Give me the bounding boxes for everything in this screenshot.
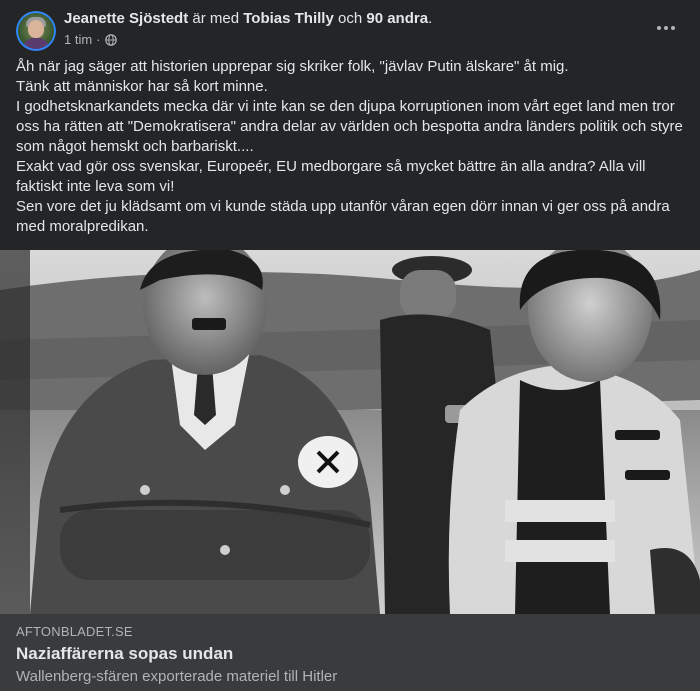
tagged-person[interactable]: Tobias Thilly	[243, 10, 334, 27]
link-domain: AFTONBLADET.SE	[16, 624, 133, 639]
historical-photo-image	[0, 250, 700, 614]
post-meta: 1 tim ·	[64, 32, 117, 47]
globe-icon[interactable]	[104, 33, 117, 46]
post-header: Jeanette Sjöstedt är med Tobias Thilly o…	[0, 0, 700, 56]
link-preview-card[interactable]: AFTONBLADET.SE Naziaffärerna sopas undan…	[0, 614, 700, 691]
post-text: Åh när jag säger att historien upprepar …	[16, 57, 686, 237]
author-avatar[interactable]	[16, 11, 56, 51]
post-text-line: Tänk att människor har så kort minne.	[16, 78, 268, 95]
post-text-line: Sen vore det ju klädsamt om vi kunde stä…	[16, 198, 670, 235]
period-text: .	[428, 10, 433, 27]
link-description: Wallenberg-sfären exporterade materiel t…	[16, 668, 338, 685]
post-text-line: Exakt vad gör oss svenskar, Europeér, EU…	[16, 158, 646, 195]
meta-separator: ·	[96, 32, 101, 47]
post-text-line: Åh när jag säger att historien upprepar …	[16, 58, 569, 75]
post-timestamp[interactable]: 1 tim	[64, 32, 92, 47]
feed-post: Jeanette Sjöstedt är med Tobias Thilly o…	[0, 0, 700, 691]
author-name[interactable]: Jeanette Sjöstedt	[64, 10, 188, 27]
link-preview-photo[interactable]	[0, 250, 700, 614]
link-headline[interactable]: Naziaffärerna sopas undan	[16, 644, 233, 664]
with-text: är med	[192, 10, 240, 27]
post-text-line: I godhetsknarkandets mecka där vi inte k…	[16, 98, 683, 155]
more-options-icon[interactable]	[648, 14, 684, 42]
tagged-others[interactable]: 90 andra	[366, 10, 428, 27]
and-text: och	[338, 10, 363, 27]
post-author-line: Jeanette Sjöstedt är med Tobias Thilly o…	[64, 9, 432, 28]
